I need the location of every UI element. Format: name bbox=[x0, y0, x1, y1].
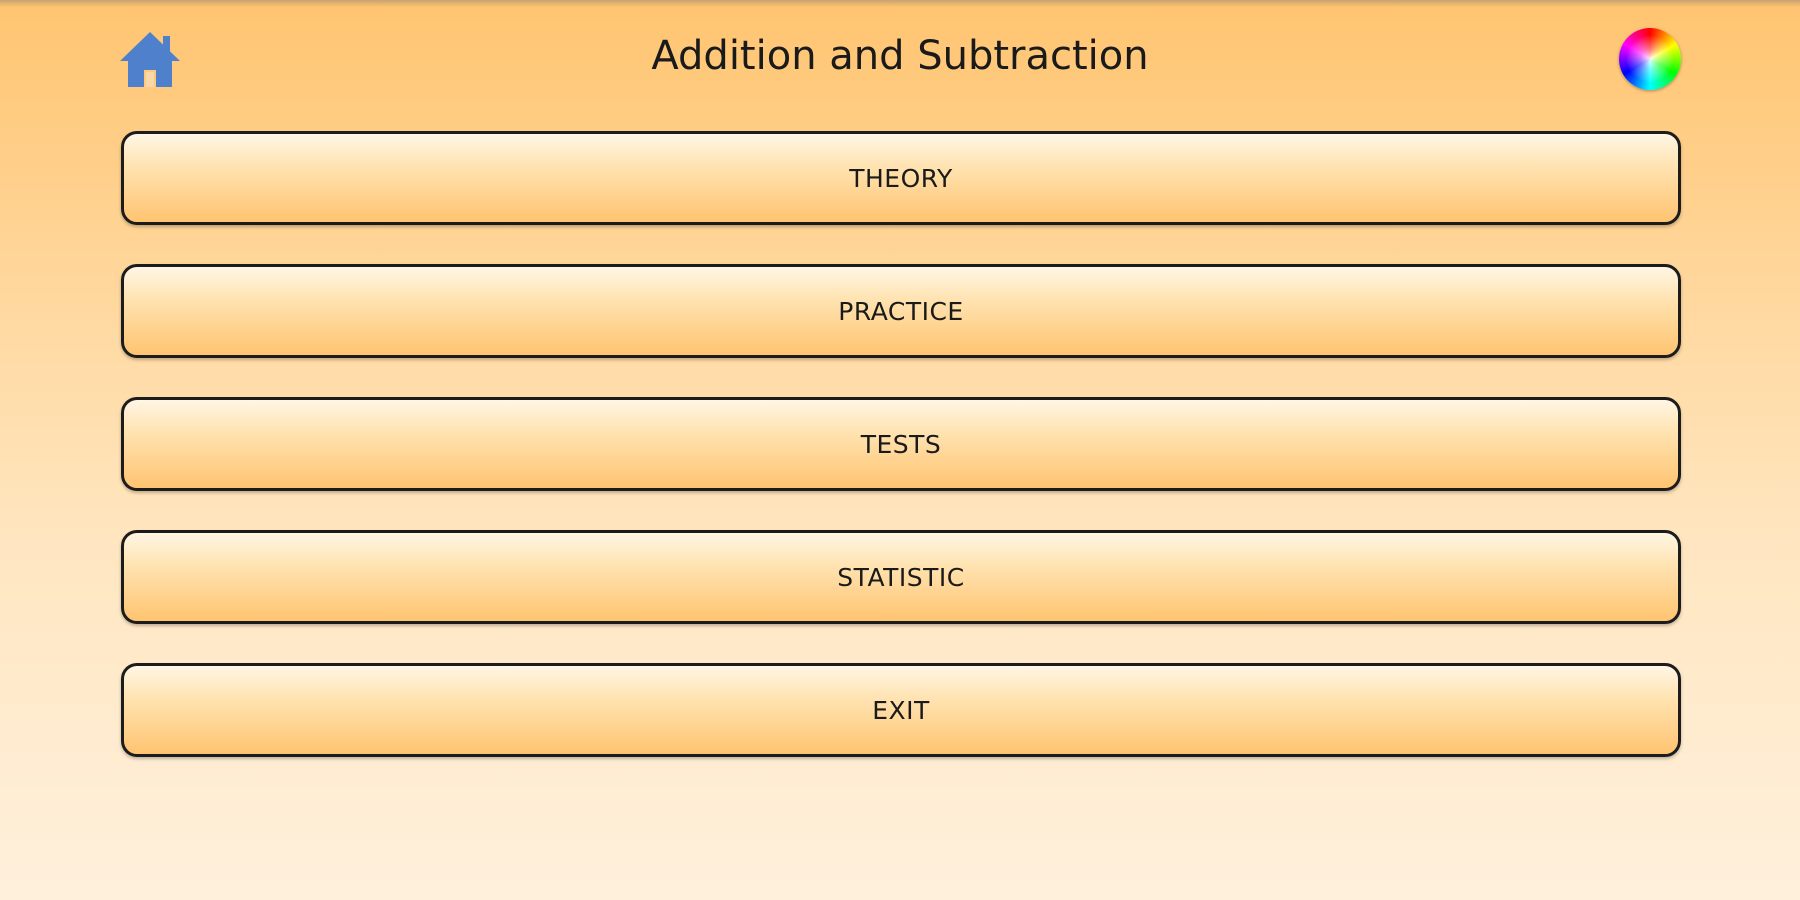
color-wheel-icon[interactable] bbox=[1619, 28, 1681, 90]
theory-button[interactable]: THEORY bbox=[121, 131, 1681, 225]
exit-button[interactable]: EXIT bbox=[121, 663, 1681, 757]
tests-button-label: TESTS bbox=[860, 429, 942, 459]
status-bar-shadow bbox=[0, 0, 1800, 7]
page-title: Addition and Subtraction bbox=[651, 33, 1149, 79]
home-icon bbox=[120, 32, 180, 87]
home-button[interactable] bbox=[118, 30, 182, 90]
tests-button[interactable]: TESTS bbox=[121, 397, 1681, 491]
main-menu: THEORY PRACTICE TESTS STATISTIC EXIT bbox=[121, 131, 1681, 796]
statistic-button[interactable]: STATISTIC bbox=[121, 530, 1681, 624]
theory-button-label: THEORY bbox=[849, 163, 953, 193]
practice-button[interactable]: PRACTICE bbox=[121, 264, 1681, 358]
exit-button-label: EXIT bbox=[872, 695, 930, 725]
statistic-button-label: STATISTIC bbox=[837, 562, 965, 592]
practice-button-label: PRACTICE bbox=[838, 296, 964, 326]
